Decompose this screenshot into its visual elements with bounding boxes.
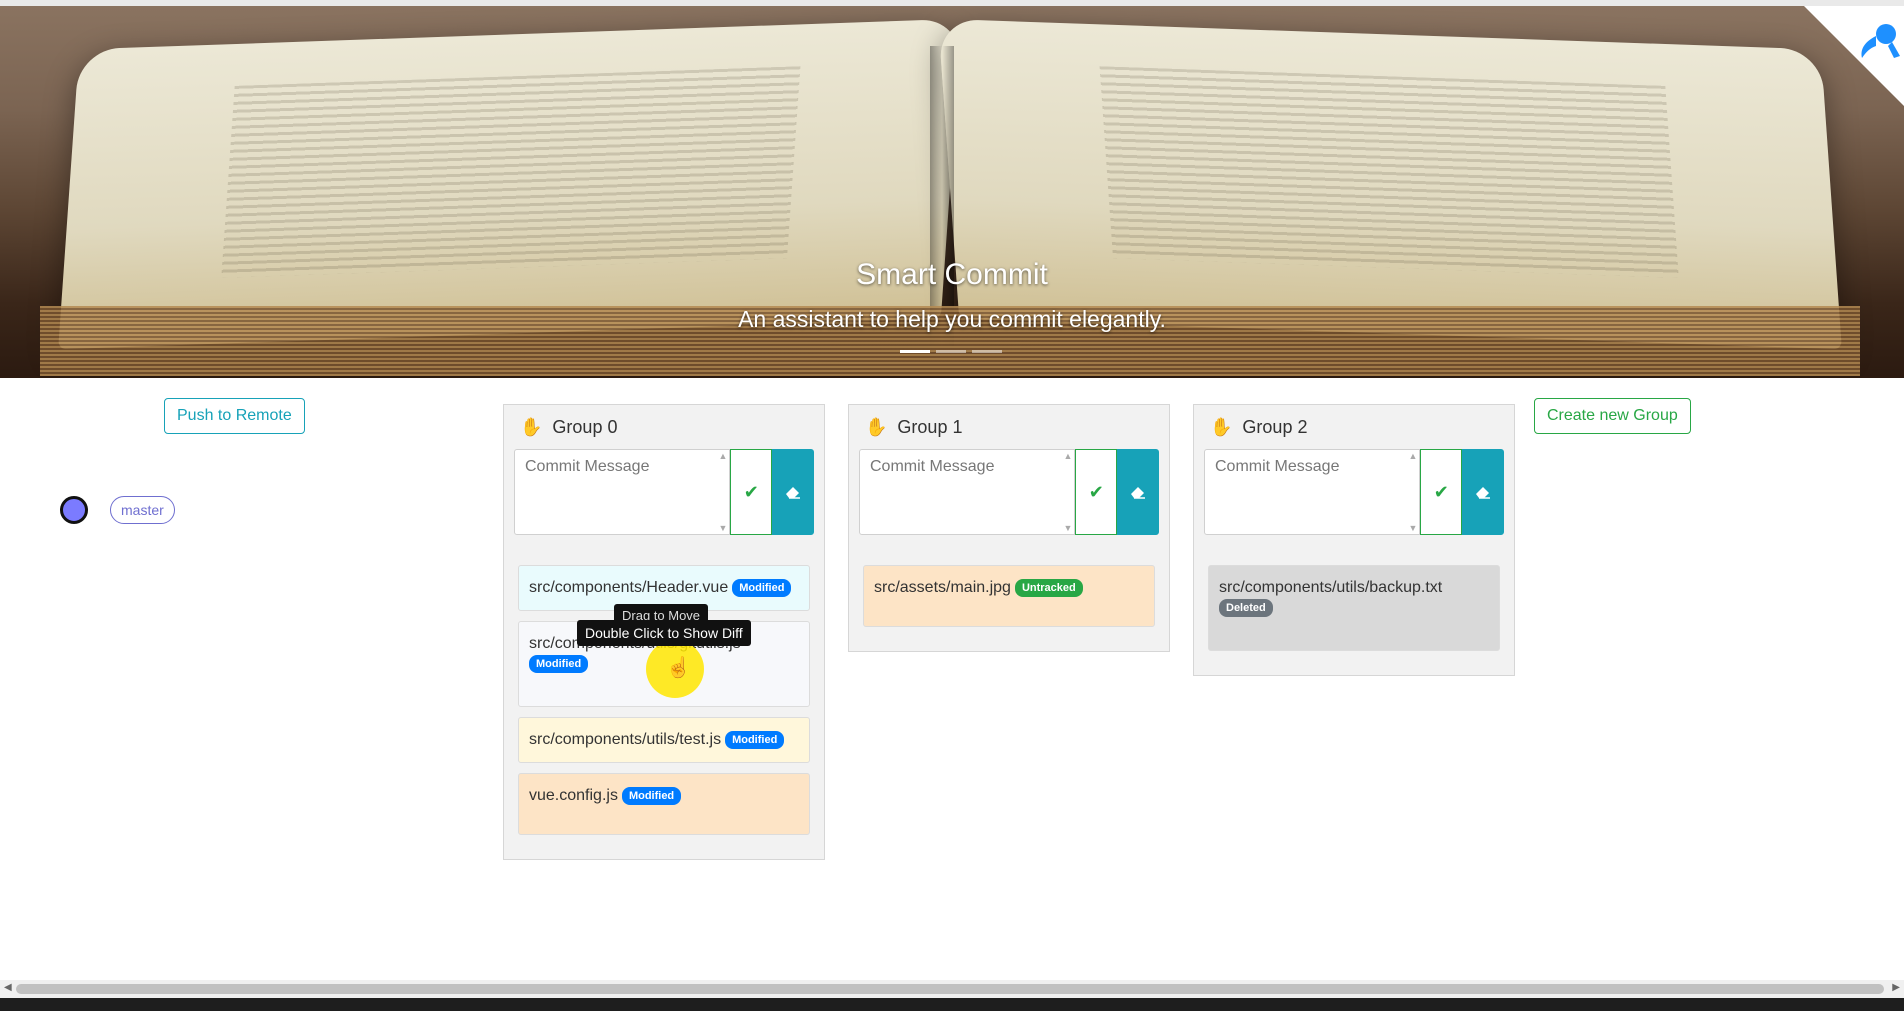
- push-to-remote-button[interactable]: Push to Remote: [164, 398, 305, 434]
- commit-message-input[interactable]: [859, 449, 1076, 535]
- commit-button[interactable]: ✔: [1420, 449, 1463, 535]
- carousel-indicators: [900, 350, 1002, 353]
- book-page-right: [938, 18, 1842, 350]
- file-path: src/assets/main.jpg: [874, 579, 1011, 596]
- status-badge: Modified: [529, 654, 589, 673]
- status-badge: Untracked: [1014, 578, 1083, 597]
- eraser-icon: [1476, 487, 1491, 499]
- commit-button[interactable]: ✔: [730, 449, 773, 535]
- hero-title: Smart Commit: [856, 258, 1048, 291]
- file-path: vue.config.js: [529, 787, 618, 804]
- textarea-scrollbar[interactable]: ▲ ▼: [1062, 451, 1074, 533]
- group-header[interactable]: ✋ Group 0: [504, 405, 824, 449]
- status-badge: Modified: [732, 578, 792, 597]
- file-path: src/components/utils/test.js: [529, 731, 722, 748]
- clear-button[interactable]: [1117, 449, 1159, 535]
- hand-icon[interactable]: ✋: [520, 417, 542, 438]
- group-title: Group 1: [897, 416, 963, 437]
- group-2: ✋ Group 2 ▲▼ ✔ src/components/utils/back…: [1193, 404, 1515, 676]
- carousel-indicator[interactable]: [936, 350, 966, 353]
- file-card[interactable]: src/components/utils/test.js Modified: [518, 717, 810, 763]
- github-corner-icon[interactable]: [1804, 6, 1904, 106]
- status-badge: Deleted: [1219, 598, 1273, 617]
- file-path: src/components/Header.vue: [529, 579, 729, 596]
- carousel-indicator[interactable]: [900, 350, 930, 353]
- textarea-scrollbar[interactable]: ▲ ▼: [717, 451, 729, 533]
- taskbar-strip: [0, 998, 1904, 1011]
- hero-subtitle: An assistant to help you commit elegantl…: [738, 306, 1166, 332]
- clear-button[interactable]: [772, 449, 814, 535]
- file-card[interactable]: src/components/utils/backup.txt Deleted: [1208, 565, 1500, 651]
- file-list: src/components/utils/backup.txt Deleted: [1194, 535, 1514, 675]
- textarea-scrollbar[interactable]: ▲ ▼: [1407, 451, 1419, 533]
- file-list: src/components/Header.vueModified src/co…: [504, 535, 824, 859]
- branch-badge[interactable]: master: [110, 496, 175, 524]
- check-icon: ✔: [1088, 481, 1104, 502]
- commit-button[interactable]: ✔: [1075, 449, 1118, 535]
- diff-tooltip: Double Click to Show Diff: [577, 620, 751, 646]
- file-path: src/components/utils/backup.txt: [1219, 579, 1443, 596]
- eraser-icon: [1131, 487, 1146, 499]
- horizontal-scrollbar[interactable]: ◀ ▶: [0, 980, 1904, 998]
- eraser-icon: [786, 487, 801, 499]
- commit-message-input[interactable]: [1204, 449, 1421, 535]
- hand-icon[interactable]: ✋: [1210, 417, 1232, 438]
- scrollbar-thumb[interactable]: [16, 984, 1884, 994]
- group-header[interactable]: ✋ Group 1: [849, 405, 1169, 449]
- status-badge: Modified: [621, 786, 682, 805]
- group-title: Group 2: [1242, 416, 1308, 437]
- commit-row: ▲▼ ✔: [1204, 449, 1504, 535]
- status-badge: Modified: [725, 730, 785, 749]
- file-list: src/assets/main.jpg Untracked: [849, 535, 1169, 651]
- branch-node: [60, 496, 88, 524]
- check-icon: ✔: [743, 481, 759, 502]
- group-title: Group 0: [552, 416, 618, 437]
- file-card[interactable]: vue.config.js Modified: [518, 773, 810, 835]
- hero-carousel[interactable]: Smart Commit An assistant to help you co…: [0, 6, 1904, 378]
- check-icon: ✔: [1433, 481, 1449, 502]
- commit-row: ▲▼ ✔: [859, 449, 1159, 535]
- clear-button[interactable]: [1462, 449, 1504, 535]
- file-card[interactable]: src/assets/main.jpg Untracked: [863, 565, 1155, 627]
- book-page-left: [58, 18, 962, 350]
- hand-icon[interactable]: ✋: [865, 417, 887, 438]
- carousel-indicator[interactable]: [972, 350, 1002, 353]
- commit-row: ▲▼ ✔: [514, 449, 814, 535]
- scroll-left-icon[interactable]: ◀: [4, 982, 12, 993]
- create-group-button[interactable]: Create new Group: [1534, 398, 1691, 434]
- group-1: ✋ Group 1 ▲▼ ✔ src/assets/main.jpgUntrac…: [848, 404, 1170, 652]
- book-spine: [930, 46, 954, 346]
- group-header[interactable]: ✋ Group 2: [1194, 405, 1514, 449]
- pointer-cursor-icon: ☝: [666, 657, 691, 679]
- scroll-right-icon[interactable]: ▶: [1892, 982, 1900, 993]
- commit-message-input[interactable]: [514, 449, 731, 535]
